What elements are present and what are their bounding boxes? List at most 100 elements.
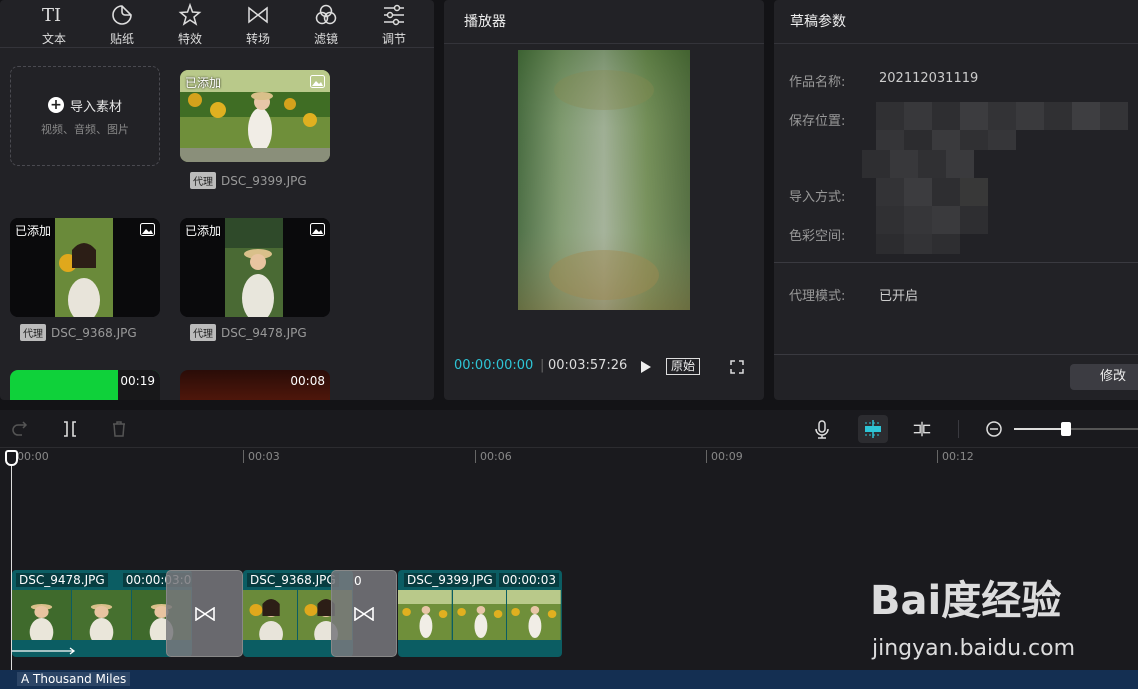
clip-thumbnails	[12, 590, 192, 640]
image-icon	[310, 223, 325, 236]
clip-header: DSC_9478.JPG 00:00:03:00	[12, 570, 192, 590]
clip-thumbnails	[398, 590, 562, 640]
player-preview[interactable]	[518, 50, 690, 310]
tool-sticker[interactable]: 贴纸	[88, 0, 156, 47]
watermark: Bai度经验 jingyan.baidu.com	[870, 568, 1090, 668]
plus-icon: +	[47, 97, 64, 113]
playhead-handle[interactable]	[5, 450, 18, 466]
fullscreen-icon[interactable]	[730, 360, 744, 374]
timeline-clip-dsc9478[interactable]: DSC_9478.JPG 00:00:03:00	[12, 570, 192, 657]
current-timecode: 00:00:00:00	[454, 358, 534, 373]
clip-header: DSC_9399.JPG 00:00:03	[398, 570, 562, 590]
clip-frame	[507, 590, 562, 640]
filter-icon	[315, 4, 337, 25]
ruler-tick: 00:09	[706, 450, 743, 463]
ruler-tick: 00:12	[937, 450, 974, 463]
microphone-icon[interactable]	[812, 419, 832, 439]
proxy-tag: 代理	[190, 172, 216, 189]
link-clips-icon[interactable]	[912, 419, 932, 439]
field-key: 保存位置:	[789, 114, 846, 129]
ratio-button[interactable]: 原始	[666, 358, 701, 375]
timecode-separator: |	[540, 358, 545, 373]
delete-icon[interactable]	[109, 419, 129, 439]
media-card-dsc9368[interactable]: 已添加	[10, 218, 160, 317]
zoom-slider-track[interactable]	[1014, 422, 1138, 436]
import-title-row: + 导入素材	[47, 96, 122, 115]
media-card-green-video[interactable]: 00:19	[10, 370, 160, 400]
import-subtitle: 视频、音频、图片	[41, 122, 129, 136]
timeline-clip-dsc9399[interactable]: DSC_9399.JPG 00:00:03	[398, 570, 562, 657]
watermark-url: jingyan.baidu.com	[872, 636, 1076, 661]
player-title: 播放器	[444, 0, 764, 44]
media-card-dsc9399[interactable]: 已添加	[180, 70, 330, 162]
media-filename-row: 代理 DSC_9399.JPG	[190, 172, 307, 189]
audio-track[interactable]: A Thousand Miles	[0, 670, 1138, 689]
effects-icon	[178, 2, 202, 26]
clip-frame	[398, 590, 453, 640]
tool-effects-label: 特效	[177, 32, 202, 46]
text-icon: TI	[42, 5, 61, 26]
clip-frame	[243, 590, 298, 640]
player-panel: 播放器 00:00:00:00 | 00:03:57:26 原始	[444, 0, 764, 400]
modify-button[interactable]: 修改	[1070, 364, 1138, 390]
draft-title: 草稿参数	[774, 0, 1138, 44]
draft-divider	[774, 262, 1138, 263]
media-filename: DSC_9399.JPG	[221, 173, 307, 188]
draft-panel: 草稿参数 作品名称: 202112031119 保存位置: 导入方式: 色彩空间…	[774, 0, 1138, 400]
snap-toggle[interactable]	[858, 415, 888, 443]
transition-icon	[194, 606, 215, 621]
clip-name: DSC_9399.JPG	[404, 573, 496, 587]
ruler-tick: 00:06	[475, 450, 512, 463]
media-card-fire-video[interactable]: 00:08	[180, 370, 330, 400]
added-badge: 已添加	[15, 224, 52, 238]
media-filename: DSC_9478.JPG	[221, 325, 307, 340]
transition-block[interactable]	[166, 570, 243, 657]
sticker-icon	[112, 5, 132, 25]
media-duration: 00:08	[290, 374, 325, 388]
redo-icon[interactable]	[10, 419, 30, 439]
total-timecode: 00:03:57:26	[548, 358, 628, 373]
timeline-ruler[interactable]: 00:00 00:03 00:06 00:09 00:12	[0, 448, 1138, 470]
media-toolbar: TI 文本 贴纸 特效 转场 滤镜 调节	[0, 0, 434, 48]
media-filename-row: 代理 DSC_9368.JPG	[20, 324, 137, 341]
split-icon[interactable]	[60, 419, 80, 439]
media-duration: 00:19	[120, 374, 155, 388]
tool-filter-label: 滤镜	[313, 32, 338, 46]
added-badge: 已添加	[185, 76, 222, 90]
clip-arrow-icon	[12, 647, 76, 655]
media-filename: DSC_9368.JPG	[51, 325, 137, 340]
added-badge: 已添加	[185, 224, 222, 238]
proxy-tag: 代理	[20, 324, 46, 341]
media-card-dsc9478[interactable]: 已添加	[180, 218, 330, 317]
tool-transition[interactable]: 转场	[224, 0, 292, 47]
field-key: 色彩空间:	[789, 229, 846, 244]
transition-block[interactable]: 0	[331, 570, 397, 657]
tool-text[interactable]: TI 文本	[20, 0, 88, 47]
transition-icon	[248, 6, 268, 24]
tool-adjust-label: 调节	[381, 32, 406, 46]
image-icon	[140, 223, 155, 236]
ruler-tick: 00:03	[243, 450, 280, 463]
preview-frame	[518, 50, 690, 310]
media-panel: TI 文本 贴纸 特效 转场 滤镜 调节 + 导入素材 视频、音频、图片 已添加…	[0, 0, 434, 400]
field-value: 已开启	[879, 289, 919, 304]
audio-track-label: A Thousand Miles	[17, 672, 131, 686]
tool-effects[interactable]: 特效	[156, 0, 224, 47]
field-value: 202112031119	[879, 71, 979, 86]
adjust-icon	[384, 4, 404, 26]
play-button[interactable]	[640, 360, 652, 374]
zoom-out-icon[interactable]	[984, 419, 1004, 439]
clip-frame	[12, 590, 72, 640]
import-title: 导入素材	[69, 99, 122, 115]
magnet-snap-icon	[865, 420, 881, 438]
tool-adjust[interactable]: 调节	[360, 0, 428, 47]
transition-duration: 0	[354, 574, 362, 588]
playhead-line	[11, 458, 12, 689]
tool-filter[interactable]: 滤镜	[292, 0, 360, 47]
proxy-tag: 代理	[190, 324, 216, 341]
import-media-button[interactable]: + 导入素材 视频、音频、图片	[10, 66, 160, 166]
toolbar-separator	[958, 420, 959, 438]
field-key: 导入方式:	[789, 190, 846, 205]
svg-text:TI: TI	[42, 5, 61, 26]
zoom-slider-handle[interactable]	[1061, 422, 1071, 436]
